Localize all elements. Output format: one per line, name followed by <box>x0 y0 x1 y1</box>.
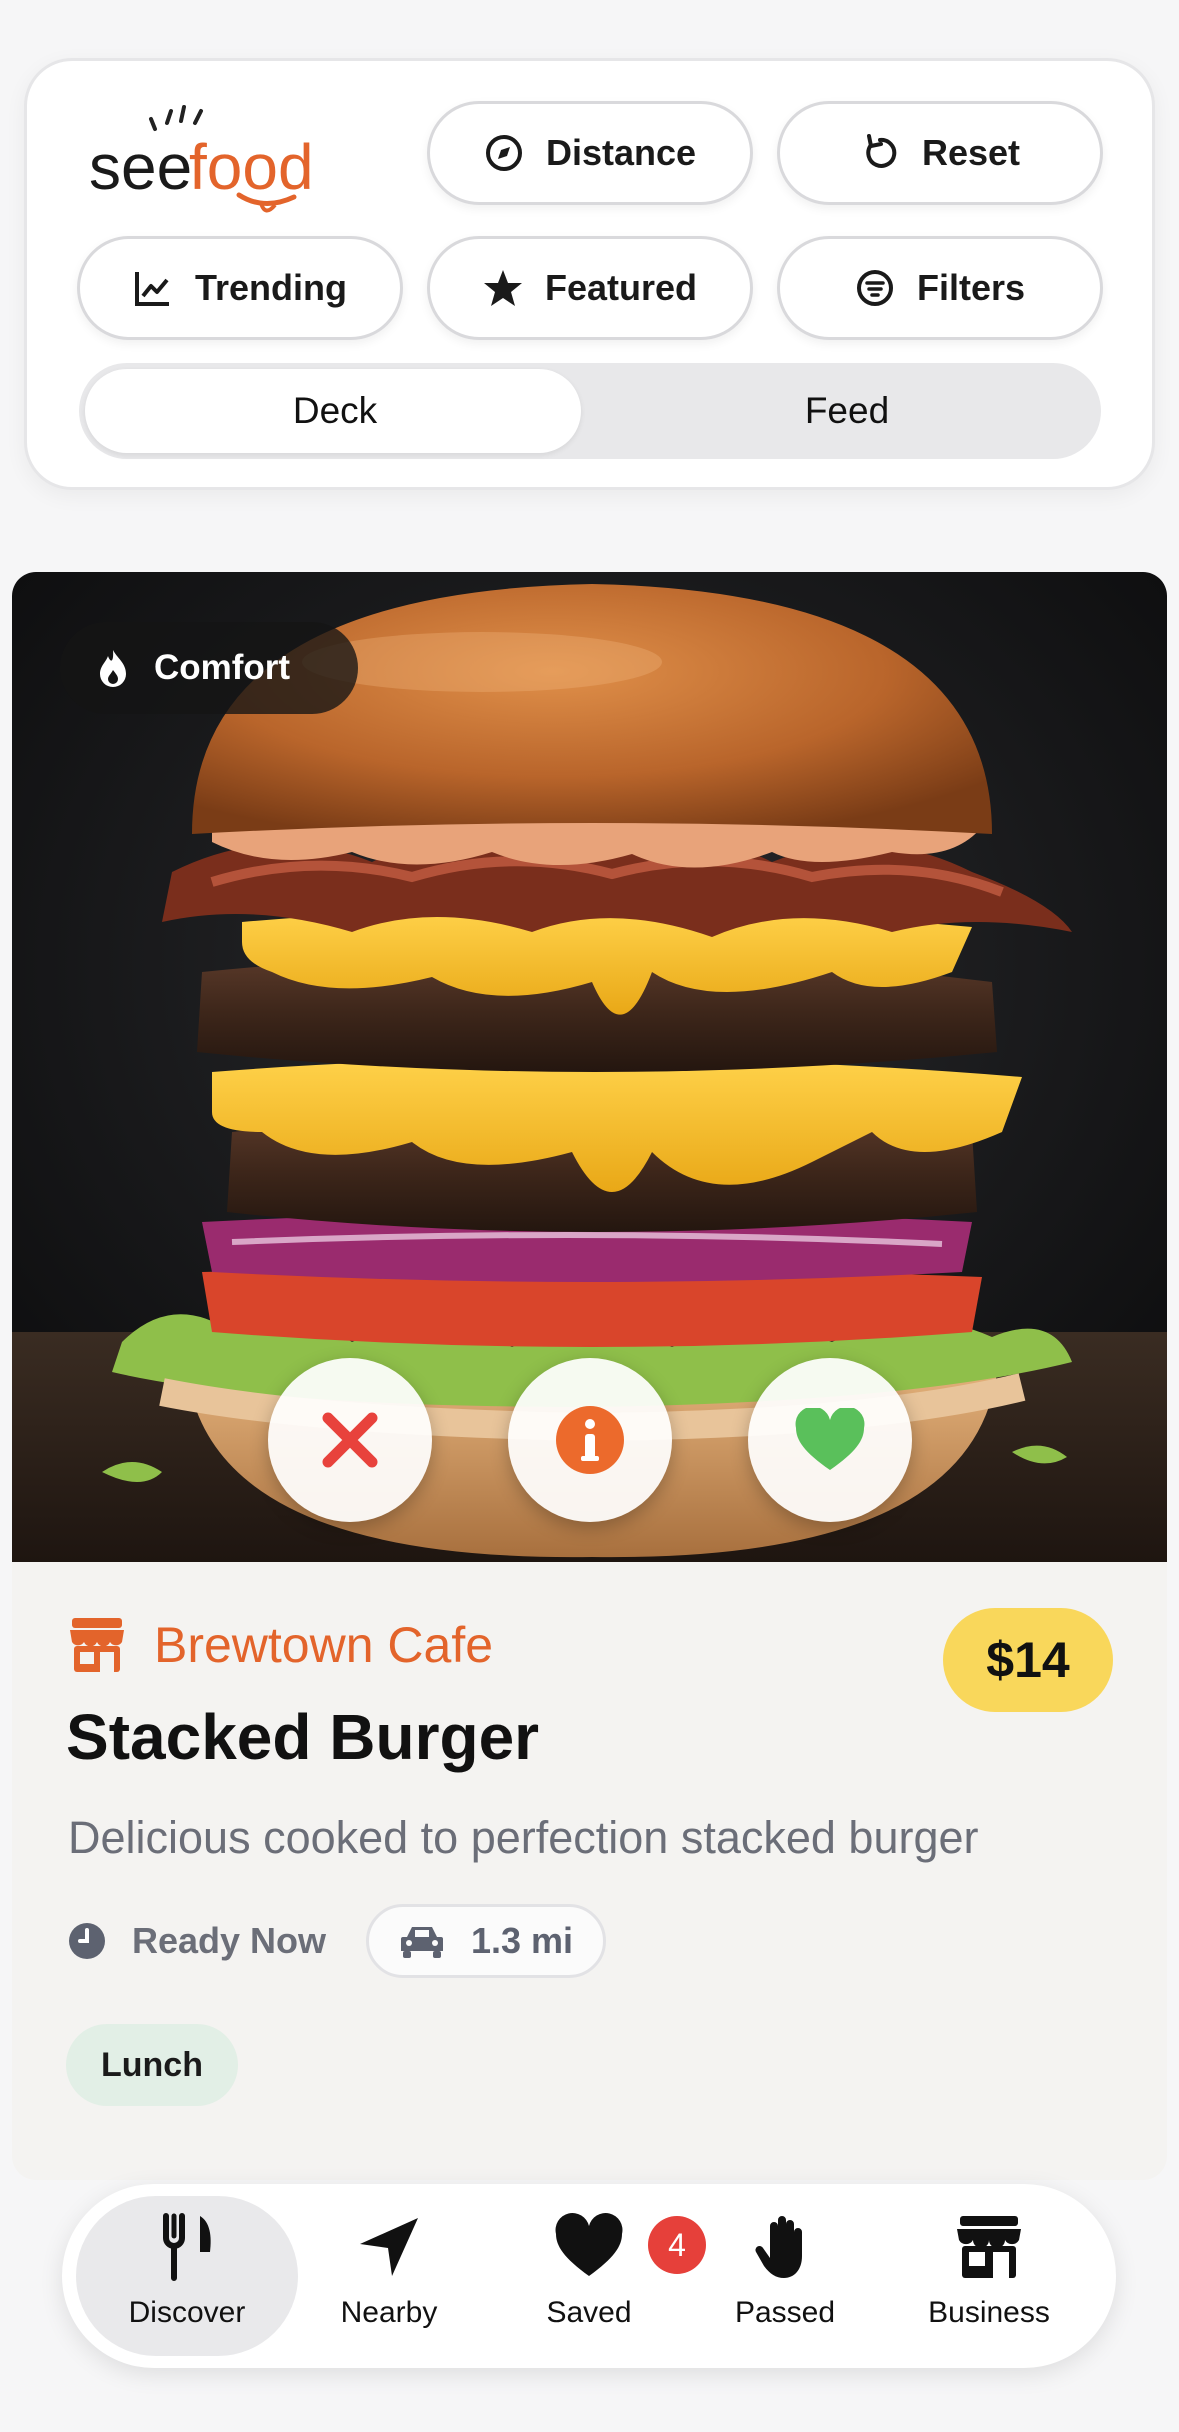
nav-discover-label: Discover <box>128 2296 246 2329</box>
hand-icon <box>755 2216 802 2278</box>
nav-business[interactable]: Business <box>878 2196 1100 2356</box>
reset-button[interactable]: Reset <box>777 101 1103 205</box>
nav-saved-label: Saved <box>546 2296 632 2329</box>
nav-nearby-label: Nearby <box>340 2296 438 2329</box>
category-badge: Comfort <box>60 622 358 714</box>
distance-label: Distance <box>545 132 697 173</box>
nav-saved[interactable]: Saved 4 <box>478 2196 706 2356</box>
trending-icon <box>135 272 169 306</box>
meal-tag: Lunch <box>66 2024 238 2106</box>
price-badge: $14 <box>943 1608 1113 1712</box>
reset-icon <box>866 134 897 168</box>
trending-button[interactable]: Trending <box>77 236 403 340</box>
distance-pill: 1.3 mi <box>366 1904 606 1978</box>
dish-description: Delicious cooked to perfection stacked b… <box>68 1812 979 1863</box>
logo-food: food <box>189 131 314 203</box>
reset-label: Reset <box>921 132 1021 173</box>
distance-button[interactable]: Distance <box>427 101 753 205</box>
trending-label: Trending <box>195 267 347 308</box>
info-icon <box>556 1406 624 1474</box>
like-button[interactable] <box>748 1358 912 1522</box>
seefood-logo[interactable]: see food <box>89 103 349 213</box>
navigation-arrow-icon <box>360 2218 418 2276</box>
clock-icon <box>69 1923 105 1959</box>
logo-see: see <box>89 131 192 203</box>
nav-passed-label: Passed <box>734 2296 836 2329</box>
deck-tab[interactable]: Deck <box>85 363 585 459</box>
store-icon <box>70 1618 124 1672</box>
star-icon <box>483 270 522 306</box>
food-card[interactable]: Comfort Brewtown Cafe $14 Stacked Burger… <box>12 572 1167 2180</box>
ready-status: Ready Now <box>68 1920 326 1962</box>
view-toggle: Deck Feed <box>79 363 1101 459</box>
card-details: Brewtown Cafe $14 Stacked Burger Delicio… <box>12 1562 1167 2180</box>
store-icon <box>957 2216 1021 2278</box>
bottom-nav: Discover Nearby Saved 4 Passed Business <box>62 2184 1116 2368</box>
reject-button[interactable] <box>268 1358 432 1522</box>
nav-business-label: Business <box>928 2296 1050 2329</box>
distance-value: 1.3 mi <box>470 1920 574 1961</box>
dish-title: Stacked Burger <box>66 1701 540 1773</box>
info-button[interactable] <box>508 1358 672 1522</box>
heart-icon <box>795 1408 865 1470</box>
feed-tab[interactable]: Feed <box>597 363 1097 459</box>
ready-label: Ready Now <box>132 1920 327 1961</box>
filters-button[interactable]: Filters <box>777 236 1103 340</box>
heart-icon <box>555 2213 623 2276</box>
category-label: Comfort <box>154 648 291 687</box>
nav-nearby[interactable]: Nearby <box>278 2196 500 2356</box>
featured-button[interactable]: Featured <box>427 236 753 340</box>
nav-discover[interactable]: Discover <box>76 2196 298 2356</box>
compass-icon <box>485 135 522 171</box>
nav-passed[interactable]: Passed <box>674 2196 896 2356</box>
close-icon <box>322 1412 378 1468</box>
restaurant-row[interactable]: Brewtown Cafe <box>68 1616 493 1674</box>
filter-icon <box>856 270 893 306</box>
food-photo: Comfort <box>12 572 1167 1562</box>
featured-label: Featured <box>544 267 698 308</box>
top-controls-card: see food Distance Reset Trending Feature… <box>24 58 1155 490</box>
filters-label: Filters <box>916 267 1026 308</box>
flame-icon <box>100 650 126 687</box>
utensils-icon <box>163 2213 211 2281</box>
car-icon <box>400 1927 443 1958</box>
restaurant-name: Brewtown Cafe <box>154 1617 494 1673</box>
